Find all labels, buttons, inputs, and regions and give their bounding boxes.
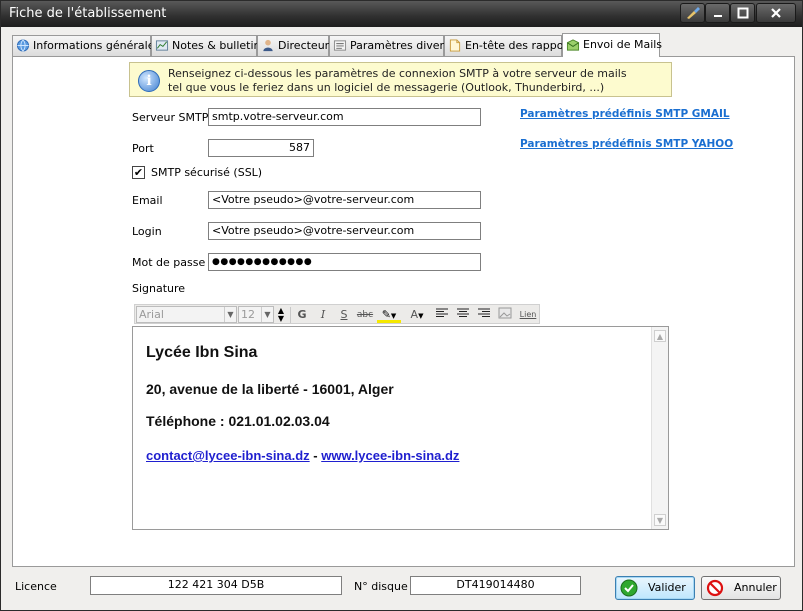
editor-scrollbar[interactable]: ▲ ▼ xyxy=(651,327,668,529)
cancel-icon xyxy=(706,579,724,597)
signature-website-link[interactable]: www.lycee-ibn-sina.dz xyxy=(321,448,459,463)
document-icon xyxy=(449,39,461,52)
maximize-icon[interactable] xyxy=(730,3,755,23)
cancel-label: Annuler xyxy=(734,581,777,594)
font-color-icon: A xyxy=(410,308,419,321)
ssl-checkbox[interactable]: ✔ xyxy=(132,166,145,179)
font-family-value: Arial xyxy=(139,308,164,321)
smtp-server-input[interactable]: smtp.votre-serveur.com xyxy=(208,108,481,126)
tab-informations-generales[interactable]: Informations générales xyxy=(12,35,160,56)
dialog-window: Fiche de l'établissement Informations gé… xyxy=(0,0,803,611)
size-spinner-icon[interactable]: ▲ ▼ xyxy=(275,307,287,323)
close-icon[interactable] xyxy=(756,3,796,23)
italic-button[interactable]: I xyxy=(314,307,332,323)
port-input[interactable]: 587 xyxy=(208,139,314,157)
yahoo-preset-link[interactable]: Paramètres prédéfinis SMTP YAHOO xyxy=(520,138,733,150)
align-left-icon[interactable] xyxy=(433,307,451,323)
password-label: Mot de passe xyxy=(132,256,206,269)
port-label: Port xyxy=(132,142,154,155)
tab-parametres-divers[interactable]: Paramètres divers xyxy=(329,35,450,56)
image-icon[interactable] xyxy=(496,307,514,323)
ssl-label: SMTP sécurisé (SSL) xyxy=(151,166,263,179)
signature-email-link[interactable]: contact@lycee-ibn-sina.dz xyxy=(146,448,310,463)
disk-field: DT419014480 xyxy=(410,576,581,595)
tab-directeur[interactable]: Directeur xyxy=(257,35,329,56)
title-bar[interactable]: Fiche de l'établissement xyxy=(1,1,802,27)
globe-icon xyxy=(16,39,30,52)
signature-address: 20, avenue de la liberté - 16001, Alger xyxy=(146,381,394,397)
tab-label: Informations générales xyxy=(33,39,161,52)
font-size-select[interactable]: 12 ▼ xyxy=(238,306,274,323)
login-label: Login xyxy=(132,225,162,238)
font-color-button[interactable]: A▼ xyxy=(405,307,429,323)
pen-icon: ✎ xyxy=(381,308,391,321)
tab-label: Paramètres divers xyxy=(350,39,450,52)
window-title: Fiche de l'établissement xyxy=(9,6,167,21)
bold-button[interactable]: G xyxy=(293,307,311,323)
email-label: Email xyxy=(132,194,163,207)
licence-field: 122 421 304 D5B xyxy=(90,576,342,595)
brush-icon[interactable] xyxy=(680,3,705,23)
minimize-icon[interactable] xyxy=(705,3,730,23)
list-icon xyxy=(333,40,347,51)
info-line-2: tel que vous le feriez dans un logiciel … xyxy=(168,81,605,94)
info-line-1: Renseignez ci-dessous les paramètres de … xyxy=(168,67,627,80)
password-input[interactable]: ●●●●●●●●●●●● xyxy=(208,253,481,271)
tab-en-tete-rapports[interactable]: En-tête des rapports xyxy=(444,35,578,56)
gmail-preset-link[interactable]: Paramètres prédéfinis SMTP GMAIL xyxy=(520,108,730,120)
tab-label: Notes & bulletins xyxy=(172,39,267,52)
licence-label: Licence xyxy=(15,580,57,593)
disk-label: N° disque xyxy=(354,580,408,593)
signature-label: Signature xyxy=(132,282,186,295)
validate-button[interactable]: Valider xyxy=(615,576,695,600)
mail-icon xyxy=(566,39,580,51)
signature-editor[interactable]: Lycée Ibn Sina 20, avenue de la liberté … xyxy=(132,326,669,530)
highlight-button[interactable]: ✎▼ xyxy=(377,307,401,323)
person-icon xyxy=(263,39,273,52)
scroll-up-icon[interactable]: ▲ xyxy=(654,330,666,342)
validate-label: Valider xyxy=(648,581,686,594)
info-banner: i Renseignez ci-dessous les paramètres d… xyxy=(129,62,672,97)
font-family-select[interactable]: Arial ▼ xyxy=(136,306,237,323)
chevron-down-icon: ▼ xyxy=(224,307,236,322)
tab-notes-bulletins[interactable]: Notes & bulletins xyxy=(151,35,266,56)
editor-toolbar: Arial ▼ 12 ▼ ▲ ▼ G I S abc ✎▼ A▼ Lien xyxy=(134,304,540,324)
chevron-down-icon: ▼ xyxy=(261,307,273,322)
cancel-button[interactable]: Annuler xyxy=(701,576,781,600)
signature-phone: Téléphone : 021.01.02.03.04 xyxy=(146,413,330,429)
tab-label: Envoi de Mails xyxy=(583,38,663,51)
strikethrough-button[interactable]: abc xyxy=(356,307,374,323)
signature-name: Lycée Ibn Sina xyxy=(146,344,258,361)
login-input[interactable]: <Votre pseudo>@votre-serveur.com xyxy=(208,222,481,240)
info-icon: i xyxy=(138,70,160,92)
check-icon xyxy=(620,579,638,597)
signature-separator: - xyxy=(309,448,322,463)
font-size-value: 12 xyxy=(241,308,255,321)
tab-envoi-mails[interactable]: Envoi de Mails xyxy=(562,33,663,57)
link-button[interactable]: Lien xyxy=(518,307,538,323)
chart-icon xyxy=(155,40,169,51)
strike-button[interactable]: S xyxy=(335,307,353,323)
tab-label: Directeur xyxy=(278,39,330,52)
smtp-label: Serveur SMTP xyxy=(132,111,209,124)
email-input[interactable]: <Votre pseudo>@votre-serveur.com xyxy=(208,191,481,209)
align-center-icon[interactable] xyxy=(454,307,472,323)
align-right-icon[interactable] xyxy=(475,307,493,323)
scroll-down-icon[interactable]: ▼ xyxy=(654,514,666,526)
